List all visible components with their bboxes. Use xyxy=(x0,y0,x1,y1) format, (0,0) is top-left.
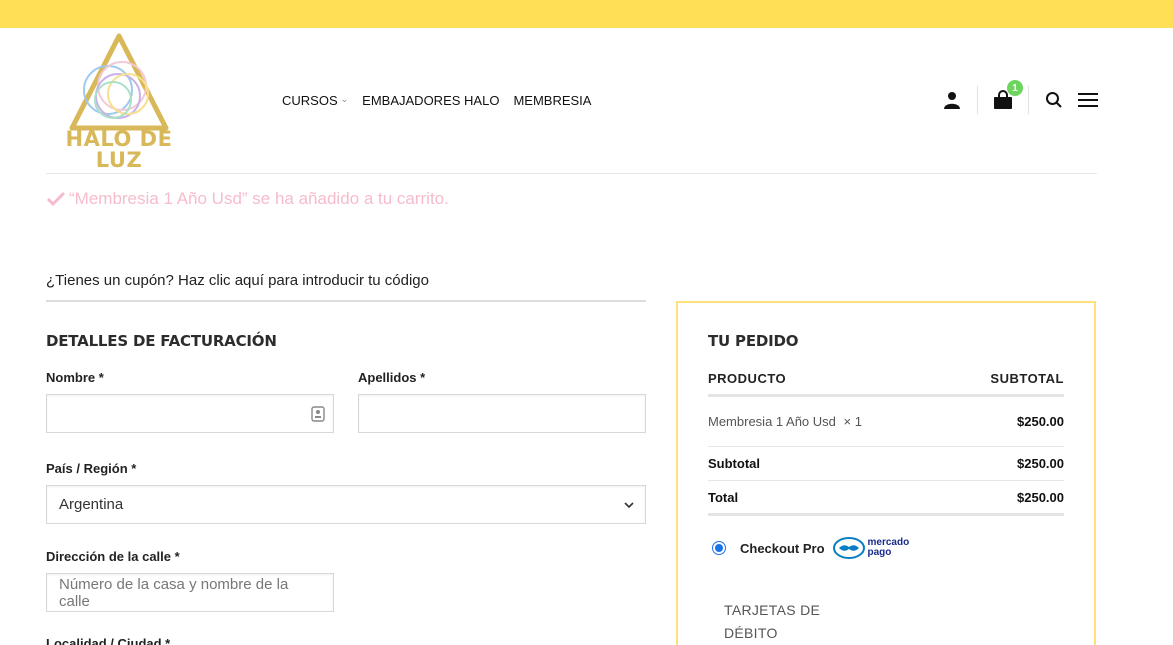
first-name-field[interactable] xyxy=(46,394,334,433)
header-divider xyxy=(977,86,978,114)
header-divider-line xyxy=(46,173,1097,174)
site-logo[interactable]: HALO DE LUZ xyxy=(58,32,180,172)
order-table-header: PRODUCTO SUBTOTAL xyxy=(708,371,1064,386)
search-button[interactable] xyxy=(1040,86,1068,114)
order-row-divider xyxy=(708,446,1064,447)
nav-item-label: EMBAJADORES HALO xyxy=(362,93,500,108)
col-product: PRODUCTO xyxy=(708,371,787,386)
nav-item-membresia[interactable]: MEMBRESIA xyxy=(513,93,591,108)
chevron-down-icon: ⌄ xyxy=(340,94,349,104)
card-title-line1: TARJETAS DE xyxy=(724,602,821,618)
address-placeholder: Número de la casa y nombre de la calle xyxy=(59,575,289,610)
cart-button[interactable]: 1 xyxy=(989,80,1023,114)
header-divider xyxy=(1028,86,1029,114)
search-icon xyxy=(1046,92,1062,108)
order-row-divider xyxy=(708,480,1064,481)
address-label: Dirección de la calle * xyxy=(46,549,180,564)
check-icon xyxy=(46,191,66,207)
card-title-line2: DÉBITO xyxy=(724,625,778,641)
country-label: País / Región * xyxy=(46,461,137,476)
cart-notice-text: “Membresia 1 Año Usd” se ha añadido a tu… xyxy=(69,189,449,208)
order-item-price: $250.00 xyxy=(1017,414,1064,429)
mercadopago-logo: mercado pago xyxy=(832,537,909,559)
top-announcement-bar xyxy=(0,0,1173,28)
address-field[interactable]: Número de la casa y nombre de la calle xyxy=(46,573,334,612)
last-name-label: Apellidos * xyxy=(358,370,426,385)
total-label: Total xyxy=(708,490,739,505)
col-subtotal: SUBTOTAL xyxy=(990,371,1064,386)
cart-count-badge: 1 xyxy=(1007,80,1023,96)
subtotal-label: Subtotal xyxy=(708,456,760,471)
cart-notice: “Membresia 1 Año Usd” se ha añadido a tu… xyxy=(46,189,449,209)
user-icon xyxy=(944,92,960,109)
order-total-row: Total $250.00 xyxy=(708,490,1064,505)
mercadopago-text-2: pago xyxy=(867,547,892,558)
first-name-label: Nombre * xyxy=(46,370,104,385)
nav-item-label: MEMBRESIA xyxy=(513,93,592,108)
payment-method-option[interactable]: Checkout Pro mercado pago xyxy=(712,537,909,559)
country-value: Argentina xyxy=(59,496,124,513)
coupon-divider xyxy=(46,300,646,302)
menu-button[interactable] xyxy=(1074,86,1102,114)
payment-method-label: Checkout Pro xyxy=(740,540,825,556)
card-section-title: TARJETAS DE DÉBITO xyxy=(724,599,820,645)
city-label: Localidad / Ciudad * xyxy=(46,636,171,645)
order-item-name: Membresia 1 Año Usd xyxy=(708,414,836,429)
main-nav: CURSOS ⌄ EMBAJADORES HALO MEMBRESIA xyxy=(282,93,591,108)
payment-radio[interactable] xyxy=(712,541,726,555)
header-actions: 1 xyxy=(938,80,1102,116)
country-select[interactable]: Argentina xyxy=(46,485,646,524)
handshake-icon xyxy=(832,537,865,559)
order-subtotal-row: Subtotal $250.00 xyxy=(708,456,1064,471)
billing-title: DETALLES DE FACTURACIÓN xyxy=(46,332,277,350)
total-value: $250.00 xyxy=(1017,490,1064,505)
nav-item-embajadores[interactable]: EMBAJADORES HALO xyxy=(362,93,499,108)
account-button[interactable] xyxy=(938,86,966,114)
chevron-down-icon xyxy=(624,502,634,509)
order-item-row: Membresia 1 Año Usd × 1 $250.00 xyxy=(708,414,1064,429)
order-header-divider xyxy=(708,394,1064,397)
order-review-box xyxy=(676,301,1096,645)
site-header: HALO DE LUZ CURSOS ⌄ EMBAJADORES HALO ME… xyxy=(0,28,1173,174)
nav-item-cursos[interactable]: CURSOS ⌄ xyxy=(282,93,348,108)
last-name-field[interactable] xyxy=(358,394,646,433)
order-title: TU PEDIDO xyxy=(708,332,799,350)
logo-text-line2: LUZ xyxy=(95,148,143,172)
nav-item-label: CURSOS xyxy=(282,93,338,108)
subtotal-value: $250.00 xyxy=(1017,456,1064,471)
coupon-link[interactable]: ¿Tienes un cupón? Haz clic aquí para int… xyxy=(46,272,429,289)
order-total-divider xyxy=(708,513,1064,516)
order-item-qty: × 1 xyxy=(843,414,862,429)
hamburger-icon xyxy=(1078,93,1098,107)
contact-card-icon[interactable] xyxy=(311,406,325,422)
